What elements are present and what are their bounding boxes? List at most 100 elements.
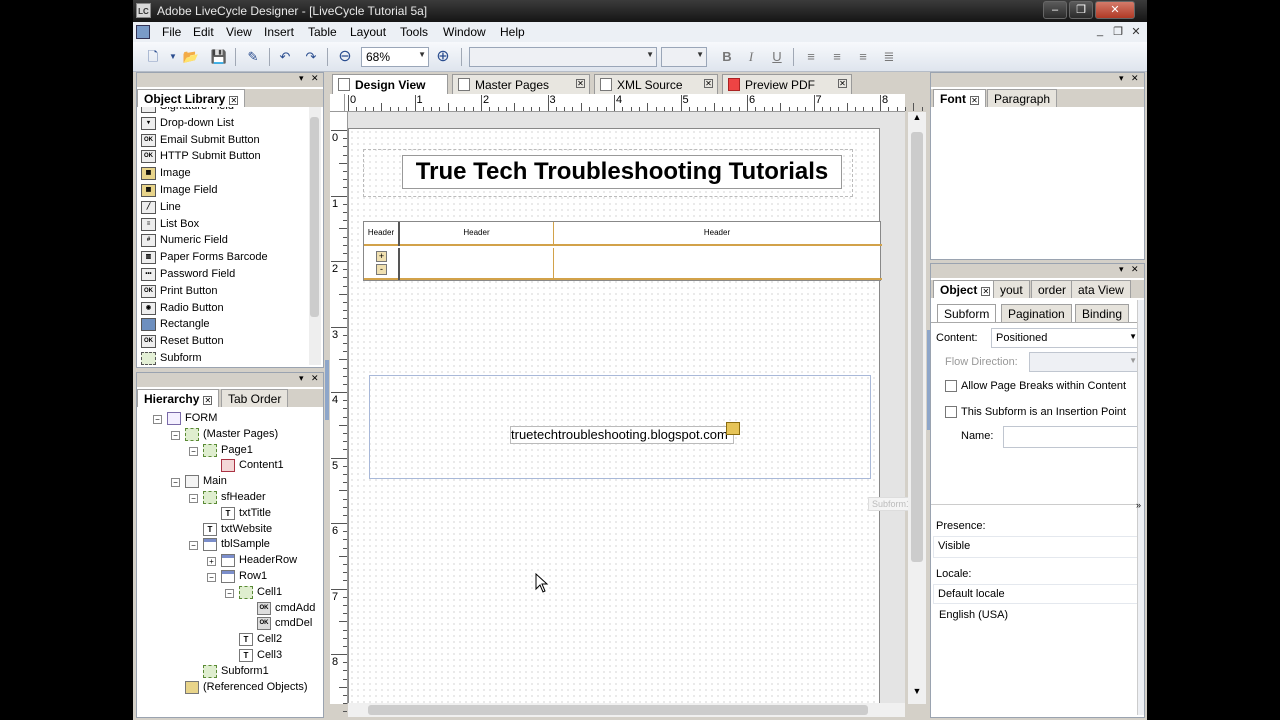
align-center-icon[interactable]: ≡ — [827, 47, 847, 67]
scroll-up-icon[interactable]: ▲ — [908, 112, 926, 126]
website-text[interactable]: truetechtroubleshooting.blogspot.com — [510, 426, 734, 444]
new-dropdown-icon[interactable]: ▼ — [163, 47, 183, 67]
collapse-icon[interactable]: − — [189, 446, 198, 456]
header-cell[interactable]: Header — [400, 222, 554, 246]
panel-splitter[interactable] — [325, 360, 329, 420]
zoom-in-icon[interactable]: ⊕ — [433, 47, 453, 67]
tab-close-icon[interactable]: ✕ — [970, 96, 979, 105]
document-system-icon[interactable] — [136, 25, 150, 39]
insertion-point-checkbox[interactable] — [945, 406, 957, 418]
collapse-icon[interactable]: − — [189, 541, 198, 551]
subtab-pagination[interactable]: Pagination — [1001, 304, 1072, 322]
header-row[interactable]: Header Header Header — [364, 222, 882, 246]
content-select[interactable]: Positioned ▼ — [991, 328, 1141, 348]
design-canvas[interactable]: True Tech Troubleshooting Tutorials Head… — [348, 112, 916, 704]
add-row-button[interactable]: + — [376, 251, 387, 262]
collapse-icon[interactable]: − — [171, 478, 180, 488]
tab-xml-source[interactable]: XML Source ✕ — [594, 74, 718, 94]
zoom-out-icon[interactable]: ⊖ — [335, 47, 355, 67]
align-left-icon[interactable]: ≡ — [801, 47, 821, 67]
menu-insert[interactable]: Insert — [264, 25, 294, 39]
italic-icon[interactable]: I — [741, 47, 761, 67]
close-icon[interactable]: ✕ — [1095, 1, 1135, 19]
menu-file[interactable]: File — [162, 25, 181, 39]
panel-menu-icon[interactable]: ▾ — [1119, 73, 1124, 84]
panel-close-icon[interactable]: ✕ — [1131, 264, 1139, 275]
subtab-subform[interactable]: Subform — [937, 304, 997, 322]
menu-layout[interactable]: Layout — [350, 25, 386, 39]
livecycle-app-icon[interactable]: LC — [136, 3, 151, 18]
underline-icon[interactable]: U — [767, 47, 787, 67]
presence-select[interactable]: Visible — [933, 536, 1139, 558]
zoom-select[interactable]: 68% ▼ — [361, 47, 429, 67]
tab-object[interactable]: Object ✕ — [933, 280, 998, 298]
open-folder-icon[interactable]: 📂 — [181, 47, 201, 67]
sample-table[interactable]: Header Header Header + - — [363, 221, 882, 281]
maximize-icon[interactable]: ❐ — [1069, 1, 1093, 19]
collapse-icon[interactable]: − — [153, 415, 162, 424]
name-input[interactable] — [1003, 426, 1141, 448]
panel-menu-icon[interactable]: ▾ — [1119, 264, 1124, 275]
tab-tab-order[interactable]: Tab Order — [221, 389, 289, 407]
tab-object-library[interactable]: Object Library ✕ — [137, 89, 246, 107]
canvas-horizontal-scrollbar[interactable] — [348, 703, 905, 717]
tab-master-pages[interactable]: Master Pages ✕ — [452, 74, 590, 94]
subtab-binding[interactable]: Binding — [1075, 304, 1130, 322]
panel-close-icon[interactable]: ✕ — [311, 73, 319, 84]
undo-icon[interactable]: ↶ — [275, 47, 295, 67]
delete-row-button[interactable]: - — [376, 264, 387, 275]
sfheader-subform[interactable]: True Tech Troubleshooting Tutorials — [363, 149, 853, 197]
header-cell[interactable]: Header — [554, 222, 880, 246]
cell3[interactable] — [554, 248, 880, 280]
menu-window[interactable]: Window — [443, 25, 486, 39]
subform1-selection[interactable]: truetechtroubleshooting.blogspot.com — [369, 375, 871, 479]
collapse-icon[interactable]: − — [225, 588, 234, 598]
mdi-close-icon[interactable]: ✕ — [1129, 25, 1143, 38]
menu-help[interactable]: Help — [500, 25, 525, 39]
save-icon[interactable]: 💾 — [209, 47, 229, 67]
tab-font[interactable]: Font ✕ — [933, 89, 986, 107]
expand-icon[interactable]: + — [207, 557, 216, 567]
font-family-select[interactable]: ▼ — [469, 47, 657, 67]
redo-icon[interactable]: ↷ — [301, 47, 321, 67]
collapse-icon[interactable]: − — [207, 573, 216, 582]
row1[interactable]: + - — [364, 248, 882, 280]
justify-icon[interactable]: ≣ — [879, 47, 899, 67]
menu-table[interactable]: Table — [308, 25, 337, 39]
tab-design-view[interactable]: Design View — [332, 74, 448, 94]
scroll-thumb[interactable] — [911, 132, 923, 562]
flow-direction-select[interactable]: ▼ — [1029, 352, 1141, 372]
tab-data-view[interactable]: ata View — [1071, 280, 1131, 298]
canvas-vertical-scrollbar[interactable]: ▲ ▼ — [908, 112, 926, 704]
panel-menu-icon[interactable]: ▾ — [299, 73, 304, 84]
mdi-restore-icon[interactable]: ❐ — [1111, 25, 1125, 38]
cell1[interactable]: + - — [364, 248, 400, 280]
font-size-select[interactable]: ▼ — [661, 47, 707, 67]
tab-close-icon[interactable]: ✕ — [838, 79, 847, 88]
menu-tools[interactable]: Tools — [400, 25, 428, 39]
header-cell[interactable]: Header — [364, 222, 400, 246]
scroll-thumb[interactable] — [310, 117, 319, 317]
tab-close-icon[interactable]: ✕ — [203, 396, 213, 405]
panel-close-icon[interactable]: ✕ — [311, 373, 319, 384]
panel-close-icon[interactable]: ✕ — [1131, 73, 1139, 84]
collapse-icon[interactable]: − — [189, 494, 198, 503]
scroll-down-icon[interactable]: ▼ — [908, 686, 926, 700]
tab-preview-pdf[interactable]: Preview PDF ✕ — [722, 74, 852, 94]
allow-page-breaks-checkbox[interactable] — [945, 380, 957, 392]
bold-icon[interactable]: B — [717, 47, 737, 67]
new-document-icon[interactable]: 🗋 — [143, 47, 163, 67]
collapse-icon[interactable]: − — [171, 430, 180, 440]
library-scrollbar[interactable] — [309, 107, 321, 365]
tab-close-icon[interactable]: ✕ — [981, 287, 991, 296]
tab-paragraph[interactable]: Paragraph — [987, 89, 1058, 107]
title-text[interactable]: True Tech Troubleshooting Tutorials — [402, 155, 842, 189]
menu-edit[interactable]: Edit — [193, 25, 214, 39]
tab-close-icon[interactable]: ✕ — [576, 79, 585, 88]
locale-option[interactable]: English (USA) — [939, 609, 1139, 621]
tab-border[interactable]: order — [1031, 280, 1074, 298]
tab-close-icon[interactable]: ✕ — [229, 96, 239, 105]
check-spelling-icon[interactable]: ✎ — [243, 47, 263, 67]
mdi-minimize-icon[interactable]: _ — [1093, 25, 1107, 37]
tab-hierarchy[interactable]: Hierarchy ✕ — [137, 389, 220, 407]
